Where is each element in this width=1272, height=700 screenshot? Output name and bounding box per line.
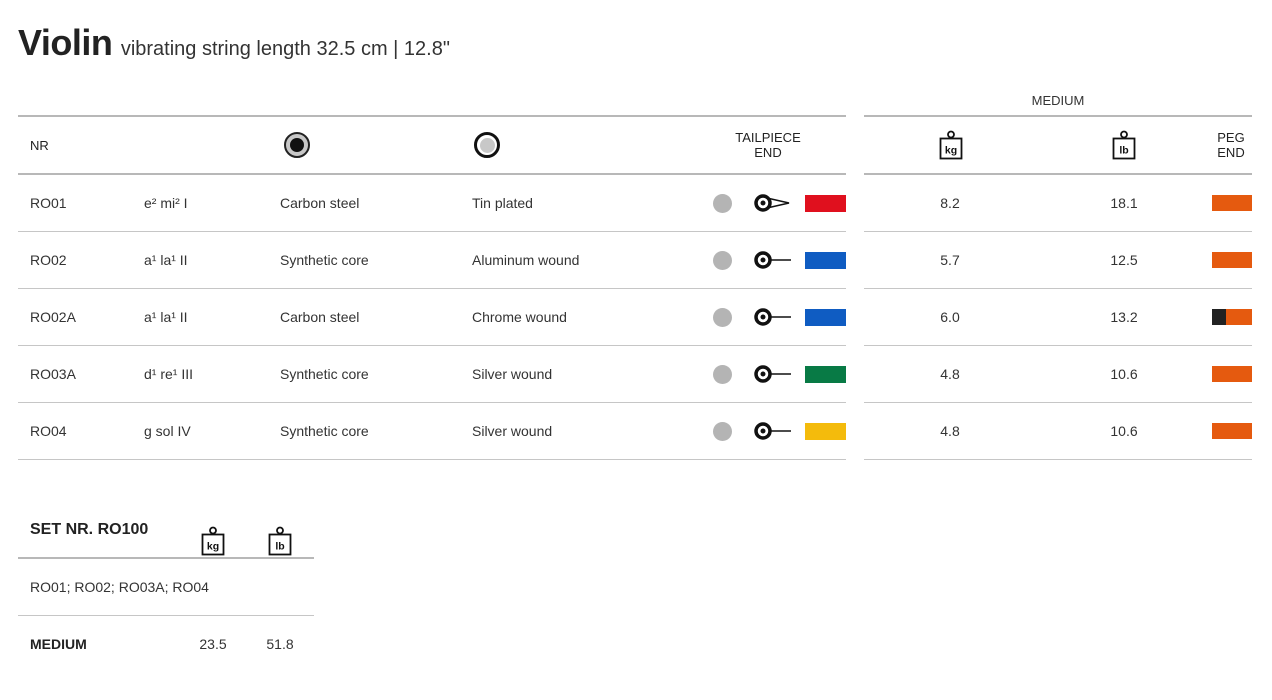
column-nr: NR	[30, 137, 49, 153]
peg-end-color	[1212, 232, 1252, 288]
column-lb: lb	[1109, 117, 1139, 173]
weight-icon: lb	[268, 526, 292, 556]
ball-end-icon	[754, 251, 791, 269]
page-title: Violin vibrating string length 32.5 cm |…	[18, 22, 450, 64]
table-row: 8.2 18.1	[864, 175, 1252, 232]
instrument-name: Violin	[18, 22, 113, 63]
tension-group-label: MEDIUM	[1031, 93, 1085, 108]
table-row: RO04 g sol IV Synthetic core Silver wound	[18, 403, 846, 460]
tailpiece-end-type	[752, 403, 794, 459]
weight-icon: kg	[939, 130, 963, 160]
set-contents: RO01; RO02; RO03A; RO04	[30, 579, 209, 595]
ball-end-icon	[754, 365, 791, 383]
tailpiece-end-type	[752, 346, 794, 402]
column-kg: kg	[936, 117, 966, 173]
string-core-icon	[284, 132, 310, 158]
svg-text:kg: kg	[945, 145, 957, 157]
string-note: g sol IV	[144, 423, 191, 439]
string-core: Carbon steel	[280, 195, 360, 211]
table-row: RO03A d¹ re¹ III Synthetic core Silver woun…	[18, 346, 846, 403]
peg-end-color	[1212, 346, 1252, 402]
tension-kg: 4.8	[940, 423, 960, 439]
tailpiece-color	[805, 346, 846, 402]
column-peg-end: PEG END	[1217, 130, 1245, 160]
string-note: a¹ la¹ II	[144, 252, 188, 268]
string-nr: RO04	[30, 423, 67, 439]
strings-table-header: NR TAILPIECE END	[18, 115, 846, 175]
tailpiece-color	[805, 175, 846, 231]
table-row: RO02 a¹ la¹ II Synthetic core Aluminum woun…	[18, 232, 846, 289]
string-nr: RO01	[30, 195, 67, 211]
svg-text:lb: lb	[275, 541, 284, 553]
tailpiece-end-type	[752, 232, 794, 288]
status-dot	[710, 289, 734, 345]
string-note: e² mi² I	[144, 195, 188, 211]
status-dot	[710, 175, 734, 231]
set-contents-row: RO01; RO02; RO03A; RO04	[18, 559, 314, 616]
loop-end-icon	[754, 194, 790, 212]
weight-icon: lb	[1112, 130, 1136, 160]
tailpiece-color	[805, 289, 846, 345]
table-row: 4.8 10.6	[864, 403, 1252, 460]
tailpiece-end-type	[752, 289, 794, 345]
string-winding: Silver wound	[472, 423, 553, 439]
svg-text:kg: kg	[207, 541, 219, 553]
set-header: SET NR. RO100 kg lb	[18, 503, 314, 559]
peg-end-color	[1212, 289, 1252, 345]
string-core: Carbon steel	[280, 309, 360, 325]
table-row: RO02A a¹ la¹ II Carbon steel Chrome wound	[18, 289, 846, 346]
status-dot	[710, 346, 734, 402]
ball-end-icon	[754, 422, 791, 440]
table-row: 5.7 12.5	[864, 232, 1252, 289]
set-tension-label: MEDIUM	[30, 636, 87, 652]
string-core: Synthetic core	[280, 423, 369, 439]
tension-lb: 12.5	[1110, 252, 1138, 268]
tailpiece-end-type	[752, 175, 794, 231]
tension-lb: 10.6	[1110, 366, 1138, 382]
string-note: d¹ re¹ III	[144, 366, 194, 382]
string-note: a¹ la¹ II	[144, 309, 188, 325]
string-winding-icon	[474, 132, 500, 158]
set-total-kg: 23.5	[199, 636, 227, 652]
tension-kg: 6.0	[940, 309, 960, 325]
peg-end-color	[1212, 403, 1252, 459]
table-row: RO01 e² mi² I Carbon steel Tin plated	[18, 175, 846, 232]
string-length: vibrating string length 32.5 cm | 12.8"	[120, 38, 450, 60]
peg-end-color	[1212, 175, 1252, 231]
string-nr: RO02	[30, 252, 67, 268]
table-row: 4.8 10.6	[864, 346, 1252, 403]
column-core	[282, 117, 312, 173]
status-dot	[710, 403, 734, 459]
set-total-lb: 51.8	[266, 636, 294, 652]
svg-text:lb: lb	[1119, 145, 1128, 157]
table-row: 6.0 13.2	[864, 289, 1252, 346]
tension-lb: 13.2	[1110, 309, 1138, 325]
tension-kg: 4.8	[940, 366, 960, 382]
string-core: Synthetic core	[280, 366, 369, 382]
column-winding	[472, 117, 502, 173]
string-core: Synthetic core	[280, 252, 369, 268]
weight-icon: kg	[201, 526, 225, 556]
status-dot	[710, 232, 734, 288]
string-nr: RO03A	[30, 366, 76, 382]
string-winding: Tin plated	[472, 195, 533, 211]
set-tension-row: MEDIUM 23.5 51.8	[18, 616, 314, 672]
tension-lb: 10.6	[1110, 423, 1138, 439]
column-tailpiece-end: TAILPIECE END	[735, 130, 801, 160]
tailpiece-color	[805, 232, 846, 288]
tension-lb: 18.1	[1110, 195, 1138, 211]
ball-end-icon	[754, 308, 791, 326]
string-winding: Silver wound	[472, 366, 553, 382]
set-title: SET NR. RO100	[30, 521, 149, 538]
tension-kg: 5.7	[940, 252, 960, 268]
tailpiece-color	[805, 403, 846, 459]
string-nr: RO02A	[30, 309, 76, 325]
string-winding: Aluminum wound	[472, 252, 580, 268]
tension-kg: 8.2	[940, 195, 960, 211]
string-winding: Chrome wound	[472, 309, 567, 325]
tension-table-header: kg lb PEG END	[864, 115, 1252, 175]
